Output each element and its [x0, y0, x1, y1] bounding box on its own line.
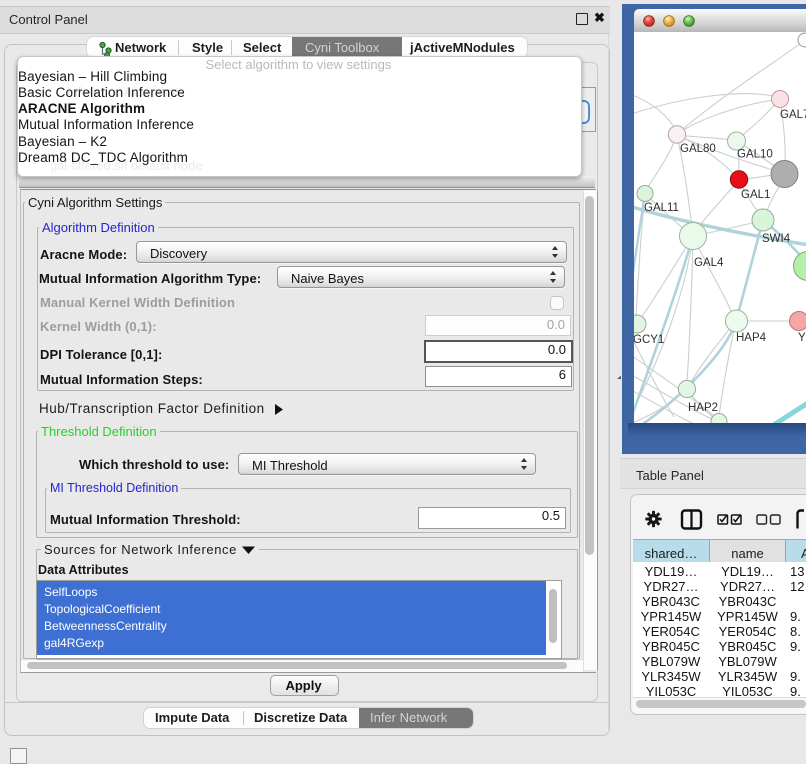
svg-text:GCY1: GCY1 — [634, 334, 664, 346]
svg-text:HAP2: HAP2 — [688, 402, 718, 414]
svg-text:HAP4: HAP4 — [736, 332, 767, 344]
svg-text:GAL7: GAL7 — [780, 109, 806, 121]
svg-text:GAL1: GAL1 — [741, 189, 770, 201]
svg-text:GAL4: GAL4 — [694, 257, 724, 269]
svg-text:Y: Y — [798, 332, 806, 344]
svg-text:GAL11: GAL11 — [644, 202, 679, 214]
svg-text:GAL10: GAL10 — [737, 149, 773, 161]
svg-text:GAL80: GAL80 — [680, 143, 716, 155]
svg-text:SWI4: SWI4 — [762, 233, 791, 245]
